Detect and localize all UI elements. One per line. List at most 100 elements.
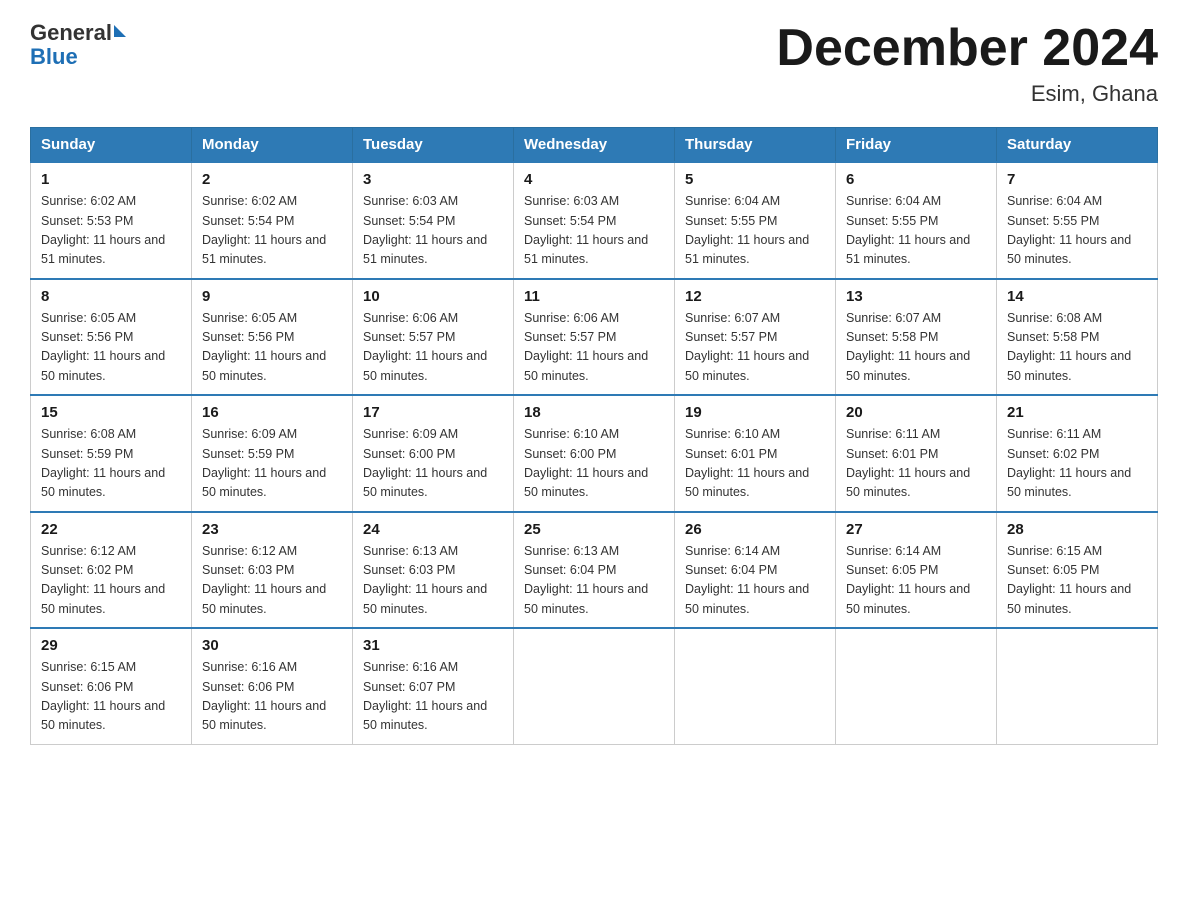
day-info: Sunrise: 6:12 AM Sunset: 6:03 PM Dayligh… xyxy=(202,542,342,620)
day-number: 3 xyxy=(363,171,503,188)
day-number: 22 xyxy=(41,521,181,538)
col-header-tuesday: Tuesday xyxy=(353,128,514,163)
calendar-cell: 17 Sunrise: 6:09 AM Sunset: 6:00 PM Dayl… xyxy=(353,395,514,512)
page-header: General Blue December 2024 Esim, Ghana xyxy=(30,20,1158,107)
calendar-cell: 5 Sunrise: 6:04 AM Sunset: 5:55 PM Dayli… xyxy=(675,162,836,279)
day-number: 18 xyxy=(524,404,664,421)
day-number: 17 xyxy=(363,404,503,421)
day-info: Sunrise: 6:15 AM Sunset: 6:06 PM Dayligh… xyxy=(41,658,181,736)
day-info: Sunrise: 6:16 AM Sunset: 6:07 PM Dayligh… xyxy=(363,658,503,736)
calendar-cell: 27 Sunrise: 6:14 AM Sunset: 6:05 PM Dayl… xyxy=(836,512,997,629)
day-info: Sunrise: 6:02 AM Sunset: 5:54 PM Dayligh… xyxy=(202,192,342,270)
day-info: Sunrise: 6:08 AM Sunset: 5:58 PM Dayligh… xyxy=(1007,309,1147,387)
calendar-cell: 15 Sunrise: 6:08 AM Sunset: 5:59 PM Dayl… xyxy=(31,395,192,512)
calendar-cell: 3 Sunrise: 6:03 AM Sunset: 5:54 PM Dayli… xyxy=(353,162,514,279)
day-info: Sunrise: 6:02 AM Sunset: 5:53 PM Dayligh… xyxy=(41,192,181,270)
title-section: December 2024 Esim, Ghana xyxy=(776,20,1158,107)
location-text: Esim, Ghana xyxy=(776,81,1158,107)
calendar-cell: 12 Sunrise: 6:07 AM Sunset: 5:57 PM Dayl… xyxy=(675,279,836,396)
calendar-cell: 19 Sunrise: 6:10 AM Sunset: 6:01 PM Dayl… xyxy=(675,395,836,512)
day-number: 29 xyxy=(41,637,181,654)
calendar-cell: 10 Sunrise: 6:06 AM Sunset: 5:57 PM Dayl… xyxy=(353,279,514,396)
calendar-cell: 8 Sunrise: 6:05 AM Sunset: 5:56 PM Dayli… xyxy=(31,279,192,396)
calendar-cell: 29 Sunrise: 6:15 AM Sunset: 6:06 PM Dayl… xyxy=(31,628,192,744)
day-number: 30 xyxy=(202,637,342,654)
col-header-wednesday: Wednesday xyxy=(514,128,675,163)
logo: General Blue xyxy=(30,20,126,70)
logo-blue-text: Blue xyxy=(30,44,78,70)
day-info: Sunrise: 6:04 AM Sunset: 5:55 PM Dayligh… xyxy=(846,192,986,270)
day-info: Sunrise: 6:04 AM Sunset: 5:55 PM Dayligh… xyxy=(1007,192,1147,270)
week-row-2: 8 Sunrise: 6:05 AM Sunset: 5:56 PM Dayli… xyxy=(31,279,1158,396)
day-number: 20 xyxy=(846,404,986,421)
day-number: 21 xyxy=(1007,404,1147,421)
day-number: 27 xyxy=(846,521,986,538)
day-info: Sunrise: 6:07 AM Sunset: 5:58 PM Dayligh… xyxy=(846,309,986,387)
day-info: Sunrise: 6:06 AM Sunset: 5:57 PM Dayligh… xyxy=(524,309,664,387)
col-header-sunday: Sunday xyxy=(31,128,192,163)
day-info: Sunrise: 6:09 AM Sunset: 5:59 PM Dayligh… xyxy=(202,425,342,503)
calendar-cell: 28 Sunrise: 6:15 AM Sunset: 6:05 PM Dayl… xyxy=(997,512,1158,629)
day-number: 19 xyxy=(685,404,825,421)
day-number: 28 xyxy=(1007,521,1147,538)
month-title: December 2024 xyxy=(776,20,1158,77)
week-row-1: 1 Sunrise: 6:02 AM Sunset: 5:53 PM Dayli… xyxy=(31,162,1158,279)
calendar-cell xyxy=(514,628,675,744)
col-header-thursday: Thursday xyxy=(675,128,836,163)
day-number: 8 xyxy=(41,288,181,305)
col-header-monday: Monday xyxy=(192,128,353,163)
calendar-cell: 6 Sunrise: 6:04 AM Sunset: 5:55 PM Dayli… xyxy=(836,162,997,279)
day-number: 4 xyxy=(524,171,664,188)
calendar-cell: 9 Sunrise: 6:05 AM Sunset: 5:56 PM Dayli… xyxy=(192,279,353,396)
day-info: Sunrise: 6:06 AM Sunset: 5:57 PM Dayligh… xyxy=(363,309,503,387)
day-number: 2 xyxy=(202,171,342,188)
day-info: Sunrise: 6:13 AM Sunset: 6:04 PM Dayligh… xyxy=(524,542,664,620)
day-number: 24 xyxy=(363,521,503,538)
calendar-cell: 23 Sunrise: 6:12 AM Sunset: 6:03 PM Dayl… xyxy=(192,512,353,629)
day-number: 10 xyxy=(363,288,503,305)
day-number: 23 xyxy=(202,521,342,538)
calendar-cell: 26 Sunrise: 6:14 AM Sunset: 6:04 PM Dayl… xyxy=(675,512,836,629)
calendar-table: SundayMondayTuesdayWednesdayThursdayFrid… xyxy=(30,127,1158,745)
day-info: Sunrise: 6:14 AM Sunset: 6:04 PM Dayligh… xyxy=(685,542,825,620)
calendar-cell xyxy=(836,628,997,744)
day-info: Sunrise: 6:13 AM Sunset: 6:03 PM Dayligh… xyxy=(363,542,503,620)
day-number: 13 xyxy=(846,288,986,305)
day-number: 5 xyxy=(685,171,825,188)
calendar-cell: 21 Sunrise: 6:11 AM Sunset: 6:02 PM Dayl… xyxy=(997,395,1158,512)
calendar-cell: 31 Sunrise: 6:16 AM Sunset: 6:07 PM Dayl… xyxy=(353,628,514,744)
day-info: Sunrise: 6:11 AM Sunset: 6:02 PM Dayligh… xyxy=(1007,425,1147,503)
day-info: Sunrise: 6:03 AM Sunset: 5:54 PM Dayligh… xyxy=(524,192,664,270)
calendar-cell: 1 Sunrise: 6:02 AM Sunset: 5:53 PM Dayli… xyxy=(31,162,192,279)
day-info: Sunrise: 6:04 AM Sunset: 5:55 PM Dayligh… xyxy=(685,192,825,270)
header-row: SundayMondayTuesdayWednesdayThursdayFrid… xyxy=(31,128,1158,163)
calendar-cell: 13 Sunrise: 6:07 AM Sunset: 5:58 PM Dayl… xyxy=(836,279,997,396)
calendar-cell: 16 Sunrise: 6:09 AM Sunset: 5:59 PM Dayl… xyxy=(192,395,353,512)
day-info: Sunrise: 6:16 AM Sunset: 6:06 PM Dayligh… xyxy=(202,658,342,736)
day-number: 16 xyxy=(202,404,342,421)
calendar-cell: 30 Sunrise: 6:16 AM Sunset: 6:06 PM Dayl… xyxy=(192,628,353,744)
day-number: 7 xyxy=(1007,171,1147,188)
day-info: Sunrise: 6:10 AM Sunset: 6:00 PM Dayligh… xyxy=(524,425,664,503)
day-number: 15 xyxy=(41,404,181,421)
day-number: 31 xyxy=(363,637,503,654)
day-info: Sunrise: 6:10 AM Sunset: 6:01 PM Dayligh… xyxy=(685,425,825,503)
day-number: 1 xyxy=(41,171,181,188)
week-row-5: 29 Sunrise: 6:15 AM Sunset: 6:06 PM Dayl… xyxy=(31,628,1158,744)
day-info: Sunrise: 6:11 AM Sunset: 6:01 PM Dayligh… xyxy=(846,425,986,503)
day-info: Sunrise: 6:05 AM Sunset: 5:56 PM Dayligh… xyxy=(202,309,342,387)
calendar-cell: 2 Sunrise: 6:02 AM Sunset: 5:54 PM Dayli… xyxy=(192,162,353,279)
calendar-cell: 7 Sunrise: 6:04 AM Sunset: 5:55 PM Dayli… xyxy=(997,162,1158,279)
day-info: Sunrise: 6:03 AM Sunset: 5:54 PM Dayligh… xyxy=(363,192,503,270)
calendar-cell xyxy=(675,628,836,744)
calendar-cell: 25 Sunrise: 6:13 AM Sunset: 6:04 PM Dayl… xyxy=(514,512,675,629)
day-info: Sunrise: 6:08 AM Sunset: 5:59 PM Dayligh… xyxy=(41,425,181,503)
day-number: 9 xyxy=(202,288,342,305)
day-info: Sunrise: 6:15 AM Sunset: 6:05 PM Dayligh… xyxy=(1007,542,1147,620)
calendar-cell: 14 Sunrise: 6:08 AM Sunset: 5:58 PM Dayl… xyxy=(997,279,1158,396)
calendar-cell: 20 Sunrise: 6:11 AM Sunset: 6:01 PM Dayl… xyxy=(836,395,997,512)
logo-arrow-icon xyxy=(114,25,126,37)
day-info: Sunrise: 6:14 AM Sunset: 6:05 PM Dayligh… xyxy=(846,542,986,620)
calendar-cell: 11 Sunrise: 6:06 AM Sunset: 5:57 PM Dayl… xyxy=(514,279,675,396)
col-header-friday: Friday xyxy=(836,128,997,163)
